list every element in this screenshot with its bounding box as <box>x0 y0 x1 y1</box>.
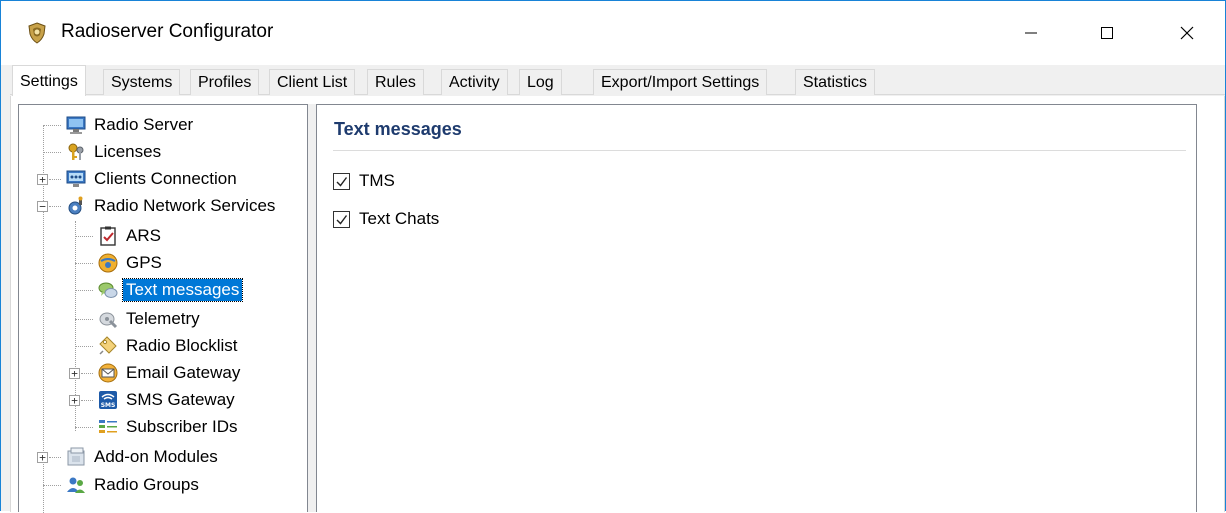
tab-client-list[interactable]: Client List <box>269 69 356 95</box>
tree-item-subscriber-ids[interactable]: Subscriber IDs <box>97 415 240 439</box>
tag-icon <box>99 336 117 355</box>
tree-item-radio-groups[interactable]: Radio Groups <box>65 473 202 497</box>
tree-item-label: Licenses <box>94 142 162 161</box>
tree-item-label: Radio Network Services <box>94 196 276 215</box>
close-icon <box>1180 26 1194 40</box>
gear-icon <box>68 196 83 215</box>
tree-item-label: Clients Connection <box>94 169 237 188</box>
divider <box>333 150 1186 151</box>
panel-splitter[interactable] <box>308 104 316 512</box>
monitor-icon <box>66 116 86 134</box>
tree-item-clients-connection[interactable]: Clients Connection <box>65 167 240 191</box>
tree-item-radio-blocklist[interactable]: Radio Blocklist <box>97 334 241 358</box>
check-icon <box>336 214 348 225</box>
tree-item-email-gateway[interactable]: Email Gateway <box>97 361 243 385</box>
tree-item-label: Radio Blocklist <box>126 336 238 355</box>
tree-item-sms-gateway[interactable]: SMS SMS Gateway <box>97 388 238 412</box>
text-chats-option[interactable]: Text Chats <box>333 209 439 229</box>
app-window: Radioserver Configurator Settings System… <box>0 0 1226 513</box>
tree-item-gps[interactable]: GPS <box>97 251 165 275</box>
tree-item-label: Radio Groups <box>94 475 199 494</box>
tree-item-label: SMS Gateway <box>126 390 235 409</box>
tab-settings[interactable]: Settings <box>12 65 86 96</box>
envelope-icon <box>98 363 118 383</box>
sms-icon: SMS <box>99 391 117 409</box>
clipboard-check-icon <box>100 226 116 246</box>
maximize-icon <box>1101 27 1113 39</box>
tree-item-label: Subscriber IDs <box>126 417 238 436</box>
text-chats-label: Text Chats <box>359 209 440 228</box>
tree-item-label: GPS <box>126 253 162 272</box>
telemetry-icon <box>99 312 118 329</box>
tree-item-radio-network-services[interactable]: Radio Network Services <box>65 194 278 218</box>
maximize-button[interactable] <box>1069 1 1145 65</box>
check-icon <box>336 176 348 187</box>
tab-export-import-settings[interactable]: Export/Import Settings <box>593 69 768 95</box>
details-panel <box>316 104 1197 512</box>
expand-add-on-modules-button[interactable]: + <box>37 452 48 463</box>
text-chats-checkbox[interactable] <box>333 210 350 228</box>
minimize-button[interactable] <box>993 1 1069 65</box>
tab-systems[interactable]: Systems <box>103 69 181 95</box>
tab-log[interactable]: Log <box>519 69 562 95</box>
minimize-icon <box>1025 32 1037 34</box>
tree-item-label: Add-on Modules <box>94 447 218 466</box>
tree-item-ars[interactable]: ARS <box>97 224 164 248</box>
tree-item-text-messages[interactable]: Text messages <box>97 278 244 302</box>
tab-activity[interactable]: Activity <box>441 69 508 95</box>
expand-email-gateway-button[interactable]: + <box>69 368 80 379</box>
tree-item-label: Telemetry <box>126 309 200 328</box>
modules-icon <box>67 447 85 466</box>
users-icon <box>67 477 85 493</box>
expand-clients-connection-button[interactable]: + <box>37 174 48 185</box>
network-icon <box>66 170 86 187</box>
tree-item-label: Email Gateway <box>126 363 241 382</box>
close-button[interactable] <box>1149 1 1225 65</box>
window-title: Radioserver Configurator <box>61 21 274 42</box>
globe-icon <box>98 253 118 273</box>
collapse-radio-network-services-button[interactable]: − <box>37 201 48 212</box>
tms-checkbox[interactable] <box>333 172 350 190</box>
tms-label: TMS <box>359 171 395 190</box>
tree-item-label: Text messages <box>121 278 244 302</box>
tab-profiles[interactable]: Profiles <box>190 69 260 95</box>
tree-item-label: ARS <box>126 226 161 245</box>
tree-item-label: Radio Server <box>94 115 194 134</box>
svg-text:SMS: SMS <box>101 402 116 409</box>
tab-rules[interactable]: Rules <box>367 69 424 95</box>
list-icon <box>99 420 117 433</box>
chat-bubbles-icon <box>98 282 118 298</box>
tms-option[interactable]: TMS <box>333 171 395 191</box>
tab-statistics[interactable]: Statistics <box>795 69 876 95</box>
tree-item-radio-server[interactable]: Radio Server <box>65 113 196 137</box>
expand-sms-gateway-button[interactable]: + <box>69 395 80 406</box>
title-bar[interactable]: Radioserver Configurator <box>1 1 1225 65</box>
details-title: Text messages <box>334 119 462 139</box>
tree-item-licenses[interactable]: Licenses <box>65 140 164 164</box>
app-logo-icon <box>28 22 46 44</box>
keys-icon <box>68 143 84 160</box>
tree-item-add-on-modules[interactable]: Add-on Modules <box>65 445 221 469</box>
tree-item-telemetry[interactable]: Telemetry <box>97 307 203 331</box>
